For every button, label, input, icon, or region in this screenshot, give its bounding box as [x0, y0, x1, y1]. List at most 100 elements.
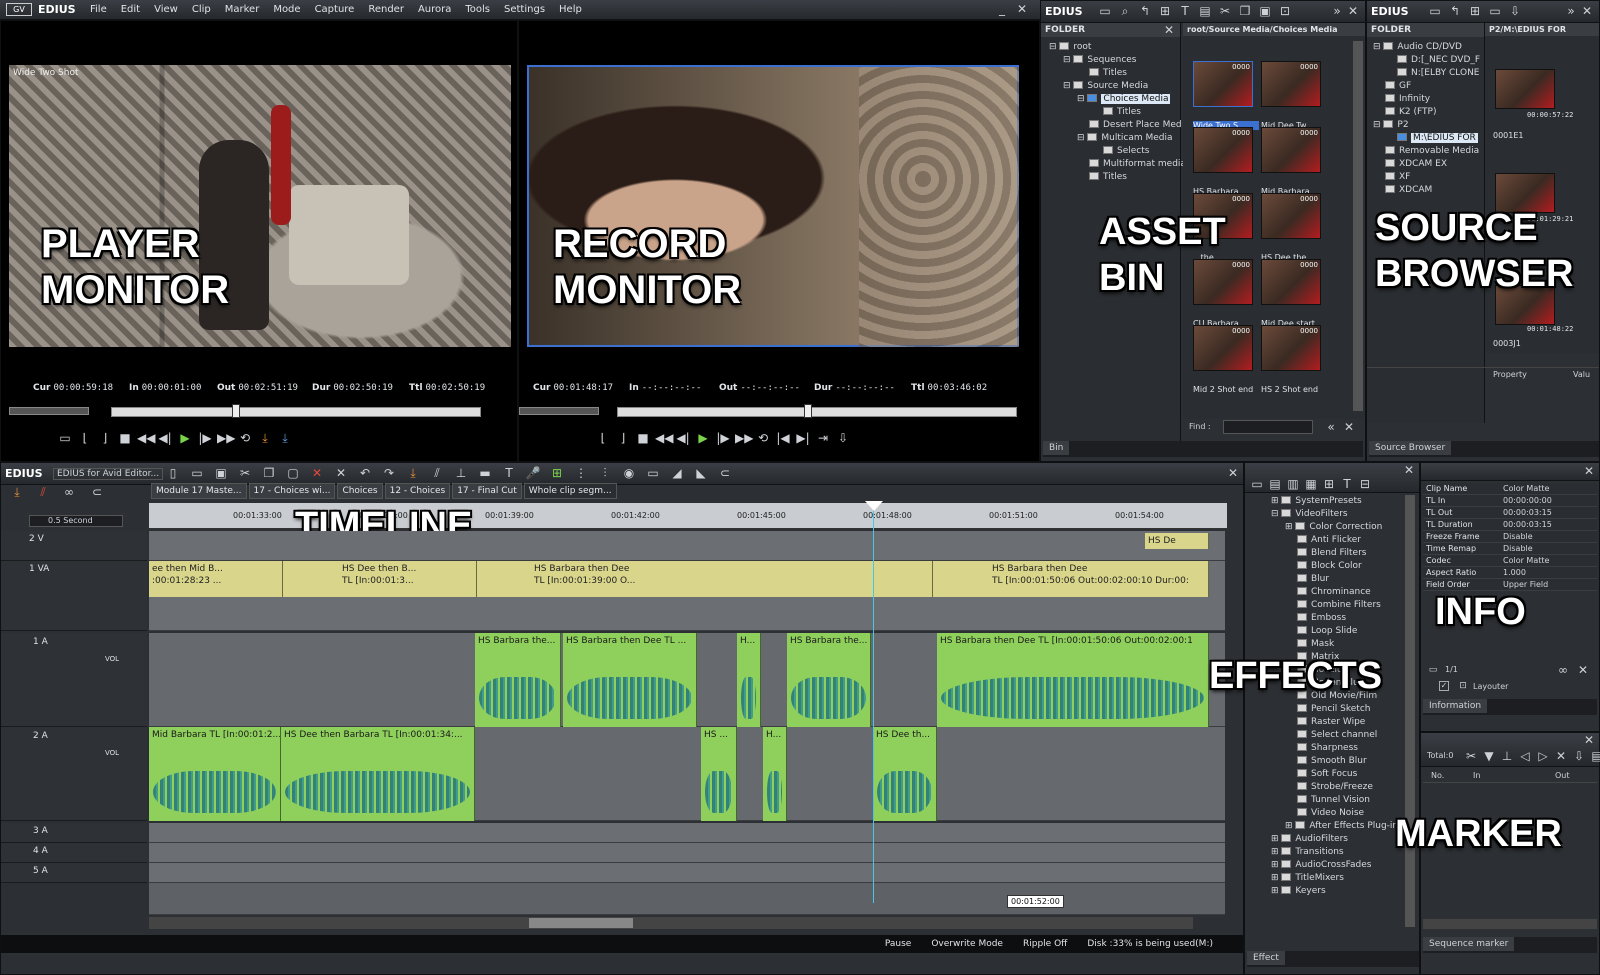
bin-tab[interactable]: Bin [1043, 441, 1363, 457]
cut-icon[interactable]: ✂ [237, 466, 253, 480]
audio-clip[interactable]: HS Barbara the... [475, 633, 561, 727]
track-header-1a[interactable]: 1 A VOL [1, 633, 147, 727]
timeline-close-icon[interactable]: ✕ [1225, 466, 1241, 480]
tree-node[interactable]: ⊟ Source Media [1049, 80, 1186, 93]
next-edit-icon[interactable]: ▶| [795, 431, 811, 445]
source-clip-thumb[interactable] [1495, 173, 1555, 213]
record-video[interactable] [527, 65, 1019, 347]
audio-clip[interactable]: Mid Barbara TL [In:00:01:2... [149, 727, 281, 821]
bin-clip-thumb[interactable]: 0000 [1193, 259, 1253, 305]
effect-item[interactable]: Pencil Sketch [1249, 703, 1397, 716]
audio-clip[interactable]: HS Barbara then Dee TL [In:00:01:50:06 O… [937, 633, 1209, 727]
effect-item[interactable]: Smooth Blur [1249, 755, 1397, 768]
timeline-clip[interactable]: ee then Mid B...:00:01:28:23 ... [149, 561, 283, 597]
minimize-icon[interactable]: _ [994, 2, 1010, 16]
prev-marker-icon[interactable]: ◁ [1517, 749, 1533, 763]
paste-icon[interactable]: ▣ [1257, 4, 1273, 18]
folder-pane-close-icon[interactable]: ✕ [1161, 23, 1177, 37]
info-tab[interactable]: Information [1423, 699, 1597, 715]
effect-folder[interactable]: ⊞ Transitions [1249, 846, 1397, 859]
tree-node[interactable]: GF [1373, 80, 1480, 93]
play-icon[interactable]: ▶ [695, 431, 711, 445]
step-back-icon[interactable]: ◀| [157, 431, 173, 445]
timeline-cursor-head[interactable] [865, 501, 883, 511]
tree-node[interactable]: Titles [1049, 171, 1186, 184]
effect-folder[interactable]: ⊞ SystemPresets [1249, 495, 1397, 508]
menu-capture[interactable]: Capture [315, 4, 355, 15]
title-icon[interactable]: T [1177, 4, 1193, 18]
marker-export-icon[interactable]: ▤ [1589, 749, 1600, 763]
microphone-icon[interactable]: 🎤 [525, 466, 541, 480]
folder-icon[interactable]: ▭ [1097, 4, 1113, 18]
ripple-delete-icon[interactable]: ✕ [333, 466, 349, 480]
menu-edit[interactable]: Edit [121, 4, 140, 15]
bin-scrollbar[interactable] [1353, 41, 1363, 411]
sync-icon[interactable]: ⊥ [453, 466, 469, 480]
player-playhead[interactable] [232, 404, 240, 418]
detail-icon[interactable]: ▥ [1285, 477, 1301, 491]
audio-clip[interactable]: HS Dee then Barbara TL [In:00:01:34:... [281, 727, 475, 821]
stop-icon[interactable]: ■ [117, 431, 133, 445]
tree-node[interactable]: ⊟ Audio CD/DVD [1373, 41, 1480, 54]
find-input[interactable] [1223, 420, 1313, 434]
status-mode[interactable]: Overwrite Mode [931, 939, 1003, 949]
copy-icon[interactable]: ❐ [261, 466, 277, 480]
menu-clip[interactable]: Clip [192, 4, 211, 15]
delete-icon[interactable]: ✕ [309, 466, 325, 480]
redo-icon[interactable]: ↷ [381, 466, 397, 480]
audio-clip[interactable]: H... [763, 727, 787, 821]
effect-folder[interactable]: ⊞ Color Correction [1249, 521, 1397, 534]
record-scrubber[interactable] [617, 404, 1017, 418]
source-tab[interactable]: Source Browser [1369, 441, 1599, 457]
tree-node[interactable]: Titles [1049, 106, 1186, 119]
property-icon[interactable]: ⊡ [1277, 4, 1293, 18]
status-ripple[interactable]: Ripple Off [1023, 939, 1067, 949]
layout-icon[interactable]: ▭ [645, 466, 661, 480]
source-clip-thumb[interactable] [1495, 285, 1555, 325]
effect-item[interactable]: Sharpness [1249, 742, 1397, 755]
audio-clip[interactable]: HS Barbara the... [787, 633, 871, 727]
timeline-ruler[interactable]: 00:01:33:00 00:01:36:00 00:01:39:00 00:0… [149, 503, 1227, 529]
overwrite-icon[interactable]: ⤓ [277, 431, 293, 445]
tree-node[interactable]: Titles [1049, 67, 1186, 80]
fast-forward-icon[interactable]: ▶▶ [217, 431, 235, 445]
step-forward-icon[interactable]: |▶ [197, 431, 213, 445]
fast-forward-icon[interactable]: ▶▶ [735, 431, 753, 445]
effects-tab[interactable]: Effect [1247, 951, 1419, 967]
marker-import-icon[interactable]: ⇩ [1571, 749, 1587, 763]
track-header-5a[interactable]: 5 A [1, 863, 147, 883]
marker-clear-icon[interactable]: ⊥ [1499, 749, 1515, 763]
tree-node[interactable]: ⊟ Multicam Media [1049, 132, 1186, 145]
list-icon[interactable]: ▤ [1267, 477, 1283, 491]
record-shuttle[interactable] [519, 407, 599, 415]
loop-icon[interactable]: ⟲ [237, 431, 253, 445]
search-icon[interactable]: ⌕ [1117, 4, 1133, 18]
timeline-clip[interactable]: HS Barbara then Dee TL [In:00:01:50:06 Ou… [933, 561, 1209, 597]
step-back-icon[interactable]: ◀| [675, 431, 691, 445]
tree-node[interactable]: ⊟ Sequences [1049, 54, 1186, 67]
bin-clip-thumb[interactable]: 0000 [1193, 193, 1253, 239]
lane-2v[interactable]: HS De [149, 531, 1225, 561]
tree-node[interactable]: Multiformat media [1049, 158, 1186, 171]
remove-icon[interactable]: ✕ [1575, 663, 1591, 677]
menu-render[interactable]: Render [368, 4, 404, 15]
track-header-2a[interactable]: 2 A VOL [1, 727, 147, 821]
audio-mixer-icon[interactable]: ⫶ [597, 466, 613, 480]
audio-clip[interactable]: HS Barbara then Dee TL ... [563, 633, 697, 727]
effect-folder[interactable]: ⊞ AudioCrossFades [1249, 859, 1397, 872]
title-icon[interactable]: T [501, 466, 517, 480]
source-clip-thumb[interactable] [1495, 69, 1555, 109]
menu-view[interactable]: View [154, 4, 178, 15]
cut-icon[interactable]: ✂ [1217, 4, 1233, 18]
menu-settings[interactable]: Settings [504, 4, 545, 15]
set-in-icon[interactable]: ⤓ [405, 466, 421, 480]
timeline-clip[interactable]: HS Dee then B... TL [In:00:01:3... [283, 561, 477, 597]
hscroll-thumb[interactable] [529, 918, 633, 928]
add-clip-icon[interactable]: ⊞ [1157, 4, 1173, 18]
bin-clip-thumb[interactable]: 0000 [1261, 193, 1321, 239]
timeline-clip[interactable]: HS Barbara then Dee TL [In:00:01:39:00 O.… [477, 561, 933, 597]
effect-item[interactable]: Video Noise [1249, 807, 1397, 820]
marker-remove-icon[interactable]: ✕ [1553, 749, 1569, 763]
color-bars-icon[interactable]: ▤ [1197, 4, 1213, 18]
effect-folder[interactable]: ⊞ Keyers [1249, 885, 1397, 898]
